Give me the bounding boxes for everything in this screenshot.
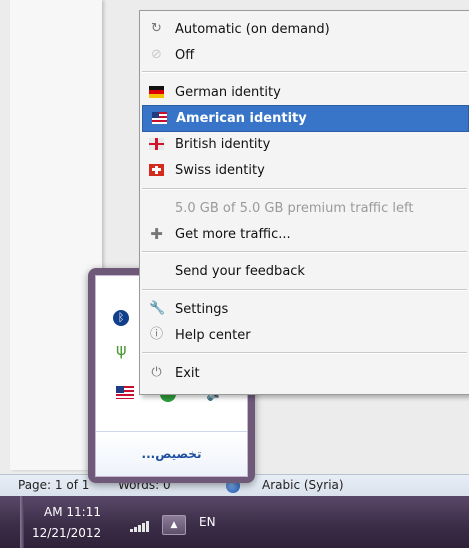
menu-item-label: British identity [175, 137, 271, 152]
germany-flag-icon [149, 86, 164, 98]
menu-item-label: American identity [176, 111, 307, 126]
menu-separator [142, 352, 467, 354]
menu-separator [142, 251, 467, 253]
refresh-icon: ↻ [151, 21, 162, 36]
menu-item-settings[interactable]: 🔧 Settings [140, 297, 469, 322]
taskbar-divider [20, 496, 24, 548]
menu-separator [142, 289, 467, 291]
exit-icon: ⏻ [151, 365, 162, 380]
usa-flag-icon[interactable] [116, 386, 134, 399]
menu-item-help-center[interactable]: ⓘ Help center [140, 323, 469, 348]
switzerland-flag-icon [149, 164, 164, 176]
clock-date[interactable]: 12/21/2012 [32, 526, 101, 540]
off-icon: ⊘ [151, 47, 162, 62]
wrench-icon: 🔧 [149, 301, 166, 316]
menu-item-exit[interactable]: ⏻ Exit [140, 361, 469, 386]
menu-item-american-identity[interactable]: American identity [142, 105, 469, 132]
menu-separator [142, 188, 467, 190]
bluetooth-icon[interactable]: ᛒ [113, 310, 129, 326]
show-hidden-icons-button[interactable]: ▲ [162, 515, 186, 535]
menu-item-label: Exit [175, 366, 200, 381]
menu-item-off[interactable]: ⊘ Off [140, 43, 469, 68]
menu-item-traffic-info: 5.0 GB of 5.0 GB premium traffic left [140, 196, 469, 221]
plus-icon: ✚ [150, 225, 163, 243]
wireless-icon[interactable]: ψ [116, 342, 132, 358]
network-signal-icon[interactable] [130, 520, 152, 532]
menu-item-label: Get more traffic... [175, 227, 291, 242]
menu-item-label: Swiss identity [175, 163, 265, 178]
menu-item-label: Help center [175, 328, 251, 343]
context-menu: ↻ Automatic (on demand) ⊘ Off German ide… [139, 10, 469, 395]
usa-flag-icon [152, 112, 167, 124]
language-status[interactable]: Arabic (Syria) [262, 478, 344, 492]
uk-flag-icon [149, 138, 164, 150]
menu-item-british-identity[interactable]: British identity [140, 132, 469, 157]
menu-separator [142, 71, 467, 73]
clock-time[interactable]: AM 11:11 [44, 505, 101, 519]
menu-item-automatic[interactable]: ↻ Automatic (on demand) [140, 17, 469, 42]
taskbar [0, 496, 469, 548]
menu-item-swiss-identity[interactable]: Swiss identity [140, 158, 469, 183]
menu-item-send-feedback[interactable]: Send your feedback [140, 259, 469, 284]
help-icon: ⓘ [149, 327, 163, 342]
page-count-status[interactable]: Page: 1 of 1 [18, 478, 89, 492]
menu-item-label: Send your feedback [175, 264, 305, 279]
menu-item-german-identity[interactable]: German identity [140, 80, 469, 105]
menu-item-label: Automatic (on demand) [175, 22, 330, 37]
menu-item-get-more-traffic[interactable]: ✚ Get more traffic... [140, 222, 469, 247]
input-language-indicator[interactable]: EN [199, 515, 216, 529]
menu-item-label: German identity [175, 85, 281, 100]
menu-item-label: Off [175, 48, 195, 63]
menu-item-label: 5.0 GB of 5.0 GB premium traffic left [175, 201, 414, 216]
menu-item-label: Settings [175, 302, 229, 317]
customize-link[interactable]: تخصيص... [96, 431, 247, 476]
